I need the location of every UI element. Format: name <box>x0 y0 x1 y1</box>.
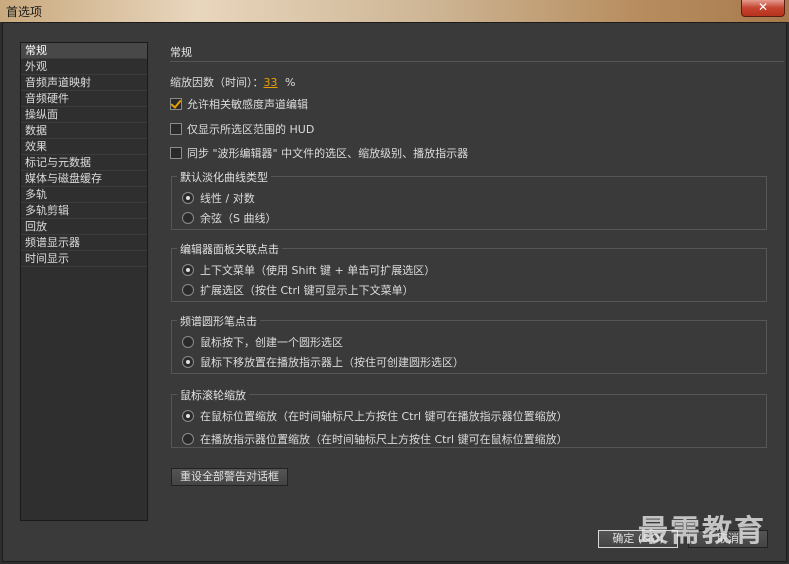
sidebar-item-playback[interactable]: 回放 <box>21 219 147 235</box>
sync-label: 同步 "波形编辑器" 中文件的选区、缩放级别、播放指示器 <box>187 147 469 160</box>
close-button[interactable]: ✕ <box>741 0 785 17</box>
mouse-down-label: 鼠标按下，创建一个圆形选区 <box>200 336 343 349</box>
sidebar-item-audio-channel-mapping[interactable]: 音频声道映射 <box>21 75 147 91</box>
channel-editing-checkbox[interactable] <box>170 98 182 110</box>
sidebar-item-spectral-display[interactable]: 频谱显示器 <box>21 235 147 251</box>
sidebar-item-time-display[interactable]: 时间显示 <box>21 251 147 267</box>
mouse-down-radio[interactable] <box>182 336 194 348</box>
checkbox-row-sync[interactable]: 同步 "波形编辑器" 中文件的选区、缩放级别、播放指示器 <box>170 145 468 161</box>
zoom-factor-row: 缩放因数（时间）：33 % <box>170 74 295 90</box>
spectral-pen-group-title: 频谱圆形笔点击 <box>177 313 260 329</box>
fade-curve-group: 默认淡化曲线类型 线性 / 对数 余弦（S 曲线） <box>171 169 767 230</box>
section-divider <box>170 61 784 62</box>
watermark-text: 最需教育 <box>638 514 766 549</box>
context-menu-radio[interactable] <box>182 264 194 276</box>
fade-cosine-option[interactable]: 余弦（S 曲线） <box>182 210 276 226</box>
checkbox-row-hud[interactable]: 仅显示所选区范围的 HUD <box>170 121 314 137</box>
sync-checkbox[interactable] <box>170 147 182 159</box>
sidebar-item-appearance[interactable]: 外观 <box>21 59 147 75</box>
reset-warnings-button[interactable]: 重设全部警告对话框 <box>171 468 288 486</box>
window-title: 首选项 <box>6 5 43 19</box>
mouse-wheel-group: 鼠标滚轮缩放 在鼠标位置缩放（在时间轴标尺上方按住 Ctrl 键可在播放指示器位… <box>171 387 767 448</box>
sidebar-item-general[interactable]: 常规 <box>21 43 147 59</box>
fade-linear-label: 线性 / 对数 <box>200 192 255 205</box>
checkbox-row-channel-editing[interactable]: 允许相关敏感度声道编辑 <box>170 96 308 112</box>
extend-selection-option[interactable]: 扩展选区（按住 Ctrl 键可显示上下文菜单） <box>182 282 414 298</box>
context-menu-label: 上下文菜单（使用 Shift 键 + 单击可扩展选区） <box>200 264 436 277</box>
extend-selection-radio[interactable] <box>182 284 194 296</box>
mouse-wheel-group-title: 鼠标滚轮缩放 <box>177 387 249 403</box>
zoom-at-playhead-label: 在播放指示器位置缩放（在时间轴标尺上方按住 Ctrl 键可在鼠标位置缩放） <box>200 433 568 446</box>
hud-checkbox[interactable] <box>170 123 182 135</box>
editor-click-group-title: 编辑器面板关联点击 <box>177 241 282 257</box>
extend-selection-label: 扩展选区（按住 Ctrl 键可显示上下文菜单） <box>200 284 414 297</box>
sidebar-item-effects[interactable]: 效果 <box>21 139 147 155</box>
zoom-at-playhead-radio[interactable] <box>182 433 194 445</box>
zoom-at-playhead-option[interactable]: 在播放指示器位置缩放（在时间轴标尺上方按住 Ctrl 键可在鼠标位置缩放） <box>182 431 568 447</box>
fade-curve-group-title: 默认淡化曲线类型 <box>177 169 271 185</box>
hud-label: 仅显示所选区范围的 HUD <box>187 123 315 136</box>
title-bar: 首选项 ✕ <box>0 0 789 22</box>
zoom-at-mouse-option[interactable]: 在鼠标位置缩放（在时间轴标尺上方按住 Ctrl 键可在播放指示器位置缩放） <box>182 408 568 424</box>
zoom-at-mouse-radio[interactable] <box>182 410 194 422</box>
fade-cosine-radio[interactable] <box>182 212 194 224</box>
editor-click-group: 编辑器面板关联点击 上下文菜单（使用 Shift 键 + 单击可扩展选区） 扩展… <box>171 241 767 302</box>
spectral-pen-group: 频谱圆形笔点击 鼠标按下，创建一个圆形选区 鼠标下移放置在播放指示器上（按住可创… <box>171 313 767 374</box>
sidebar-item-media-disk-cache[interactable]: 媒体与磁盘缓存 <box>21 171 147 187</box>
close-icon: ✕ <box>757 0 769 14</box>
fade-linear-option[interactable]: 线性 / 对数 <box>182 190 255 206</box>
move-playhead-radio[interactable] <box>182 356 194 368</box>
channel-editing-label: 允许相关敏感度声道编辑 <box>187 98 308 111</box>
sidebar-item-markers-metadata[interactable]: 标记与元数据 <box>21 155 147 171</box>
sidebar-item-multitrack[interactable]: 多轨 <box>21 187 147 203</box>
fade-linear-radio[interactable] <box>182 192 194 204</box>
zoom-factor-label: 缩放因数（时间）： <box>170 76 264 89</box>
mouse-down-option[interactable]: 鼠标按下，创建一个圆形选区 <box>182 334 343 350</box>
zoom-factor-unit: % <box>285 76 296 89</box>
sidebar-item-audio-hardware[interactable]: 音频硬件 <box>21 91 147 107</box>
sidebar-item-control-surface[interactable]: 操纵面 <box>21 107 147 123</box>
context-menu-option[interactable]: 上下文菜单（使用 Shift 键 + 单击可扩展选区） <box>182 262 435 278</box>
fade-cosine-label: 余弦（S 曲线） <box>200 212 277 225</box>
zoom-at-mouse-label: 在鼠标位置缩放（在时间轴标尺上方按住 Ctrl 键可在播放指示器位置缩放） <box>200 410 568 423</box>
preferences-sidebar: 常规 外观 音频声道映射 音频硬件 操纵面 数据 效果 标记与元数据 媒体与磁盘… <box>20 42 148 521</box>
zoom-factor-value[interactable]: 33 <box>264 76 278 89</box>
sidebar-item-data[interactable]: 数据 <box>21 123 147 139</box>
section-title: 常规 <box>170 46 192 59</box>
move-playhead-option[interactable]: 鼠标下移放置在播放指示器上（按住可创建圆形选区） <box>182 354 464 370</box>
move-playhead-label: 鼠标下移放置在播放指示器上（按住可创建圆形选区） <box>200 356 464 369</box>
sidebar-item-multitrack-clips[interactable]: 多轨剪辑 <box>21 203 147 219</box>
